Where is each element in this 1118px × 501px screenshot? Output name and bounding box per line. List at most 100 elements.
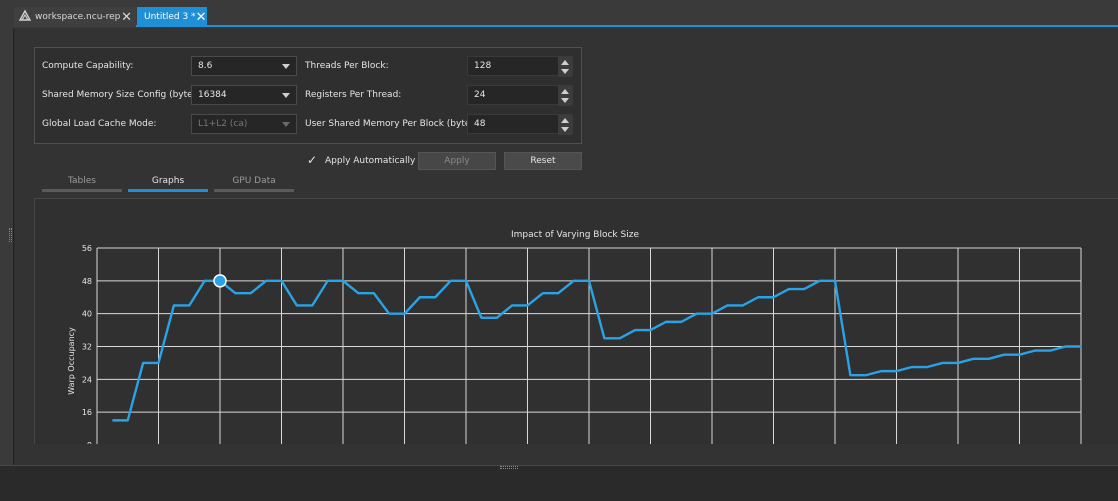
chart-series-group — [112, 274, 1082, 422]
data-point — [864, 374, 867, 377]
compute-capability-dropdown[interactable]: 8.6 — [191, 56, 297, 76]
tab-indicator — [42, 189, 122, 192]
threads-per-block-value: 128 — [474, 61, 492, 71]
data-point — [557, 292, 560, 294]
data-point — [649, 329, 652, 331]
tab-graphs[interactable]: Graphs — [128, 176, 208, 192]
user-shared-memory-spinbox[interactable]: 48 — [467, 114, 573, 135]
data-point — [741, 304, 744, 307]
y-tick-label: 16 — [82, 408, 92, 417]
chevron-down-icon — [282, 93, 290, 98]
global-load-cache-mode-value: L1+L2 (ca) — [198, 119, 248, 129]
chevron-up-icon[interactable] — [561, 89, 569, 94]
current-config-marker — [213, 274, 227, 288]
data-point — [618, 337, 621, 340]
block-size-chart[interactable]: Impact of Varying Block Size Warp Occupa… — [34, 198, 1118, 444]
user-shared-memory-value: 48 — [474, 119, 486, 129]
chevron-down-icon[interactable] — [561, 98, 569, 103]
shared-memory-config-value: 16384 — [198, 90, 227, 100]
registers-per-thread-spinbox[interactable]: 24 — [467, 85, 573, 106]
checkmark-icon[interactable]: ✓ — [307, 153, 317, 167]
reset-button[interactable]: Reset — [504, 152, 582, 170]
shared-memory-config-label: Shared Memory Size Config (bytes): — [42, 90, 204, 100]
data-point — [495, 316, 498, 319]
data-point — [834, 280, 836, 282]
data-point — [1080, 345, 1082, 348]
splitter-handle[interactable] — [500, 466, 518, 469]
y-tick-labels: 8 16 24 32 40 48 56 — [82, 244, 92, 444]
data-point — [957, 362, 959, 364]
tab-tables[interactable]: Tables — [42, 176, 122, 192]
shared-memory-config-dropdown[interactable]: 16384 — [191, 85, 297, 105]
tab-workspace[interactable]: workspace.ncu-rep ✕ — [14, 7, 136, 27]
data-point — [157, 362, 160, 364]
y-tick-label: 24 — [82, 375, 92, 384]
report-file-icon — [18, 9, 32, 26]
y-tick-label: 56 — [82, 244, 92, 253]
data-point — [280, 280, 283, 282]
chevron-down-icon — [282, 122, 290, 127]
user-shared-memory-label: User Shared Memory Per Block (bytes): — [305, 119, 482, 129]
data-point — [1049, 349, 1052, 352]
threads-per-block-label: Threads Per Block: — [305, 61, 389, 71]
global-load-cache-mode-dropdown[interactable]: L1+L2 (ca) — [191, 114, 297, 134]
data-point — [588, 280, 590, 282]
y-tick-label: 48 — [82, 277, 92, 286]
registers-per-thread-label: Registers Per Thread: — [305, 90, 402, 100]
spin-buttons[interactable] — [558, 57, 572, 77]
tab-gpu-data-label: GPU Data — [232, 176, 276, 186]
compute-capability-label: Compute Capability: — [42, 61, 134, 71]
data-point — [772, 296, 775, 299]
tab-indicator — [128, 189, 208, 192]
chevron-up-icon[interactable] — [561, 118, 569, 123]
data-point — [465, 280, 467, 282]
close-icon[interactable]: ✕ — [196, 11, 207, 24]
apply-button[interactable]: Apply — [418, 152, 496, 170]
close-icon[interactable]: ✕ — [121, 11, 132, 24]
compute-capability-value: 8.6 — [198, 61, 213, 71]
dock-grip-handle[interactable] — [9, 228, 12, 242]
tab-untitled-label: Untitled 3 * — [144, 12, 196, 22]
data-point — [680, 321, 683, 323]
chevron-up-icon[interactable] — [561, 60, 569, 65]
bottom-panel — [0, 465, 1118, 501]
tab-untitled-3[interactable]: Untitled 3 * ✕ — [137, 7, 207, 27]
data-point — [987, 358, 990, 360]
y-tick-label: 40 — [82, 310, 92, 319]
threads-per-block-spinbox[interactable]: 128 — [467, 56, 573, 77]
data-point — [372, 292, 375, 294]
data-point — [926, 366, 929, 368]
tab-gpu-data[interactable]: GPU Data — [214, 176, 294, 192]
registers-per-thread-value: 24 — [474, 90, 486, 100]
chevron-down-icon[interactable] — [561, 69, 569, 74]
chevron-down-icon — [282, 64, 290, 69]
data-point — [403, 312, 406, 315]
chevron-down-icon[interactable] — [561, 127, 569, 132]
chart-grid — [96, 247, 1082, 444]
series-line — [112, 279, 1081, 422]
y-axis-label: Warp Occupancy — [67, 327, 76, 395]
global-load-cache-mode-label: Global Load Cache Mode: — [42, 119, 157, 129]
chart-title: Impact of Varying Block Size — [511, 230, 639, 240]
data-point — [526, 304, 529, 307]
tab-workspace-label: workspace.ncu-rep — [35, 12, 121, 22]
data-point — [434, 296, 437, 299]
spin-buttons[interactable] — [558, 115, 572, 135]
tab-tables-label: Tables — [68, 176, 96, 186]
tab-graphs-label: Graphs — [151, 176, 185, 186]
data-point — [126, 419, 129, 422]
left-dock-strip — [0, 28, 14, 465]
data-point — [803, 288, 806, 290]
data-point — [188, 304, 191, 307]
tab-indicator — [214, 189, 294, 192]
y-tick-label: 32 — [82, 343, 92, 352]
data-point — [1018, 353, 1021, 356]
y-tick-label: 8 — [87, 441, 92, 444]
data-point — [895, 370, 898, 372]
spin-buttons[interactable] — [558, 86, 572, 106]
data-point — [311, 304, 314, 307]
data-point — [711, 312, 713, 315]
data-point — [249, 292, 252, 294]
data-point — [342, 280, 344, 282]
apply-automatically-label[interactable]: Apply Automatically — [325, 156, 415, 166]
